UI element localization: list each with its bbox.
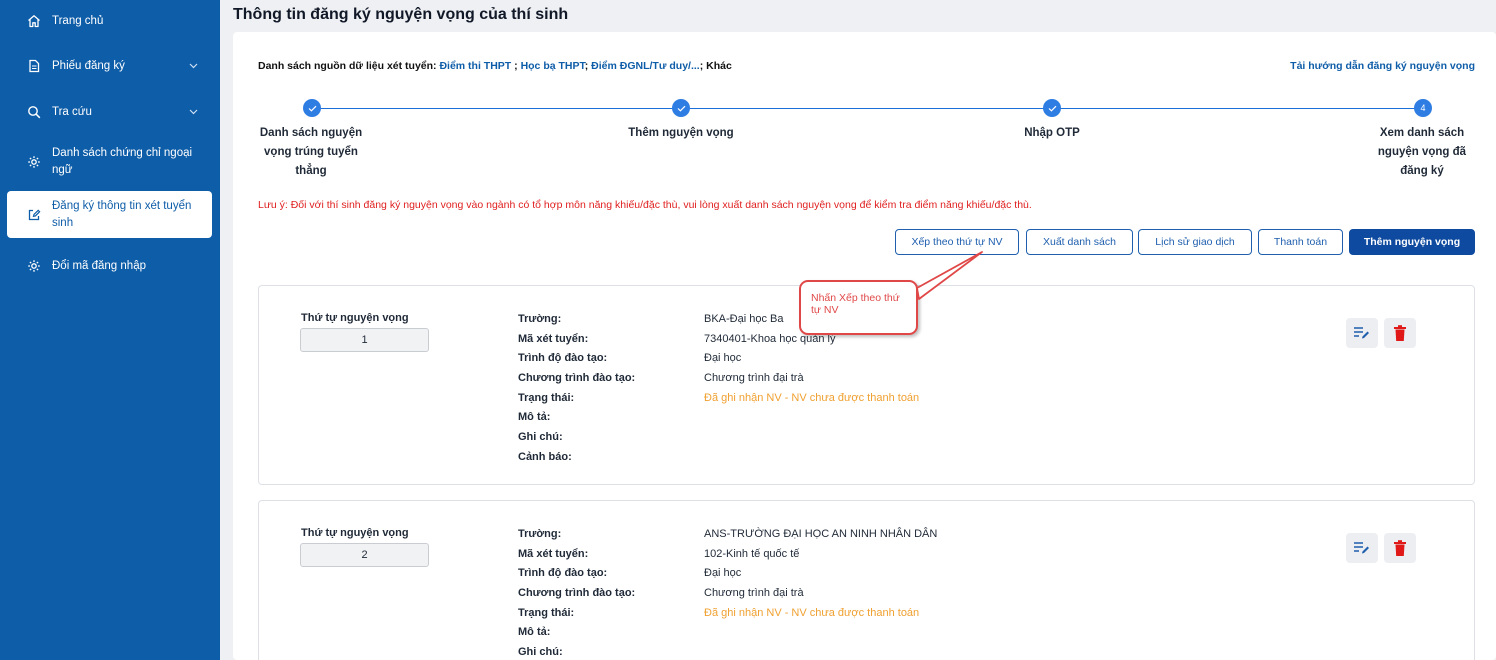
sidebar-item-label: Đổi mã đăng nhập	[52, 259, 146, 272]
field-label: Mã xét tuyển:	[518, 547, 589, 560]
sidebar-item-label: Tra cứu	[52, 105, 92, 118]
order-input[interactable]: 2	[300, 543, 429, 567]
edit-list-icon	[1354, 542, 1369, 554]
transaction-history-button[interactable]: Lịch sử giao dịch	[1138, 229, 1252, 255]
field-label: Trạng thái:	[518, 606, 575, 619]
field-label: Ghi chú:	[518, 645, 563, 658]
field-label: Trình độ đào tạo:	[518, 567, 608, 580]
field-label: Trường:	[518, 312, 562, 325]
edit-button[interactable]	[1346, 318, 1378, 348]
source-link-transcript[interactable]: Học bạ THPT	[521, 60, 585, 72]
aspiration-details: Trường: ANS-TRƯỜNG ĐẠI HỌC AN NINH NHÂN D…	[518, 524, 937, 660]
field-label: Chương trình đào tạo:	[518, 586, 636, 599]
sidebar-item-label: Phiếu đăng ký	[52, 59, 125, 72]
source-link-aptitude-score[interactable]: Điểm ĐGNL/Tư duy/...	[591, 60, 700, 72]
field-label: Trình độ đào tạo:	[518, 352, 608, 365]
program-value: Chương trình đại trà	[704, 586, 804, 599]
field-label: Trạng thái:	[518, 391, 575, 404]
sort-by-order-button[interactable]: Xếp theo thứ tự NV	[895, 229, 1019, 255]
payment-button[interactable]: Thanh toán	[1258, 229, 1343, 255]
document-icon	[26, 58, 42, 74]
edit-list-icon	[1354, 327, 1369, 339]
field-label: Mã xét tuyển:	[518, 332, 589, 345]
aspiration-card: Thứ tự nguyện vọng 2 Trường: ANS-TRƯỜNG Đ…	[258, 500, 1475, 660]
gear-icon	[26, 258, 42, 274]
gear-icon	[26, 154, 42, 170]
source-other: ; Khác	[699, 60, 732, 72]
sidebar: Trang chủ Phiếu đăng ký Tra cứu Danh sác…	[0, 0, 220, 660]
sidebar-item-admission-registration[interactable]: Đăng ký thông tin xét tuyển sinh	[7, 191, 212, 238]
level-value: Đại học	[704, 567, 742, 580]
edit-icon	[26, 207, 42, 223]
check-icon	[672, 99, 690, 117]
field-label: Mô tả:	[518, 411, 551, 424]
status-value: Đã ghi nhận NV - NV chưa được thanh toán	[704, 391, 920, 404]
delete-button[interactable]	[1384, 533, 1416, 563]
download-guide-link[interactable]: Tải hướng dẫn đăng ký nguyện vọng	[1290, 60, 1475, 72]
sidebar-item-registration-form[interactable]: Phiếu đăng ký	[7, 56, 212, 76]
check-icon	[303, 99, 321, 117]
data-sources-label: Danh sách nguồn dữ liệu xét tuyển:	[258, 60, 440, 72]
edit-button[interactable]	[1346, 533, 1378, 563]
source-link-thpt-score[interactable]: Điểm thi THPT	[439, 60, 511, 72]
sidebar-item-lookup[interactable]: Tra cứu	[7, 102, 212, 122]
sidebar-item-label: Danh sách chứng chỉ ngoại ngữ	[52, 147, 193, 176]
program-value: Chương trình đại trà	[704, 371, 804, 384]
step-label: Thêm nguyện vọng	[628, 127, 734, 139]
search-icon	[26, 104, 42, 120]
field-label: Chương trình đào tạo:	[518, 371, 636, 384]
stepper-line	[312, 108, 1423, 109]
notice-text: Lưu ý: Đối với thí sinh đăng ký nguyện v…	[258, 199, 1032, 211]
sidebar-item-language-certificates[interactable]: Danh sách chứng chỉ ngoại ngữ	[7, 144, 212, 180]
step-label: Nhập OTP	[1024, 127, 1080, 139]
field-label: Trường:	[518, 527, 562, 540]
data-sources-row: Danh sách nguồn dữ liệu xét tuyển: Điểm …	[258, 60, 732, 72]
sidebar-item-change-login-code[interactable]: Đổi mã đăng nhập	[7, 256, 212, 276]
step-label: Danh sách nguyện vọng trúng tuyển thẳng	[259, 127, 363, 177]
home-icon	[26, 13, 42, 29]
field-label: Ghi chú:	[518, 430, 563, 443]
field-label: Mô tả:	[518, 626, 551, 639]
chevron-down-icon	[188, 61, 198, 71]
trash-icon	[1394, 324, 1406, 341]
level-value: Đại học	[704, 352, 742, 365]
order-input[interactable]: 1	[300, 328, 429, 352]
sidebar-item-label: Đăng ký thông tin xét tuyển sinh	[52, 199, 192, 229]
chevron-down-icon	[188, 107, 198, 117]
status-value: Đã ghi nhận NV - NV chưa được thanh toán	[704, 606, 920, 619]
page-title: Thông tin đăng ký nguyện vọng của thí si…	[233, 6, 569, 23]
sidebar-item-home[interactable]: Trang chủ	[7, 11, 212, 31]
sidebar-item-label: Trang chủ	[52, 14, 104, 27]
trash-icon	[1394, 539, 1406, 556]
order-label: Thứ tự nguyện vọng	[301, 312, 409, 324]
field-label: Cảnh báo:	[518, 450, 572, 463]
order-label: Thứ tự nguyện vọng	[301, 527, 409, 539]
admission-code-value: 102-Kinh tế quốc tế	[704, 547, 800, 560]
step-number: 4	[1414, 99, 1432, 117]
check-icon	[1043, 99, 1061, 117]
step-label: Xem danh sách nguyện vọng đã đăng ký	[1377, 127, 1467, 177]
export-list-button[interactable]: Xuất danh sách	[1026, 229, 1133, 255]
annotation-callout: Nhấn Xếp theo thứ tự NV	[799, 280, 918, 335]
school-value: ANS-TRƯỜNG ĐẠI HỌC AN NINH NHÂN DÂN	[704, 527, 938, 540]
separator: ;	[511, 60, 521, 72]
school-value: BKA-Đại học Ba	[704, 312, 784, 325]
delete-button[interactable]	[1384, 318, 1416, 348]
add-aspiration-button[interactable]: Thêm nguyện vọng	[1349, 229, 1475, 255]
